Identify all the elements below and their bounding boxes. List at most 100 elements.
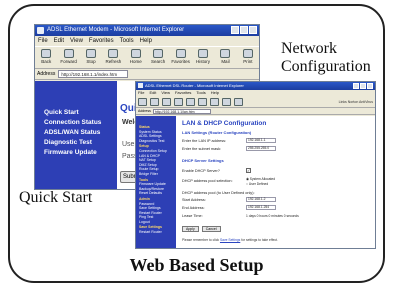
- address-bar: Address http://192.168.1.1/lan.htm: [136, 108, 375, 115]
- stop-button[interactable]: Stop: [82, 49, 100, 64]
- address-input[interactable]: http://192.168.1.1/index.htm: [58, 70, 129, 78]
- menu-view[interactable]: View: [161, 90, 170, 96]
- save-note-suffix: for settings to take effect.: [241, 238, 278, 242]
- address-bar: Address http://192.168.1.1/index.htm: [35, 69, 259, 80]
- favorites-button[interactable]: Favorites: [171, 49, 190, 64]
- web-based-setup-caption: Web Based Setup: [129, 255, 264, 275]
- mail-button[interactable]: Mail: [216, 49, 234, 64]
- refresh-icon[interactable]: [174, 97, 183, 106]
- menu-favorites[interactable]: Favorites: [89, 36, 114, 46]
- sidebar-item-quick-start[interactable]: Quick Start: [44, 108, 117, 118]
- sidebar-item-connection-status[interactable]: Connection Status: [44, 118, 117, 128]
- refresh-icon: [108, 49, 119, 58]
- window-title: ADSL Ethernet Modem - Microsoft Internet…: [47, 27, 185, 33]
- search-icon[interactable]: [198, 97, 207, 106]
- lan-mask-input[interactable]: 255.255.255.0: [246, 146, 276, 151]
- links-bar[interactable]: Links Norton AntiVirus: [339, 100, 375, 104]
- mail-icon: [220, 49, 231, 58]
- history-button[interactable]: History: [194, 49, 212, 64]
- cancel-button[interactable]: Cancel: [201, 226, 221, 232]
- start-address-label: Start Address:: [182, 197, 206, 202]
- print-icon: [242, 49, 253, 58]
- dhcp-settings-heading: DHCP Server Settings: [182, 158, 224, 163]
- menu-edit[interactable]: Edit: [149, 90, 156, 96]
- pool-radio-user[interactable]: ○ User Defined: [246, 182, 275, 186]
- lease-time-input[interactable]: 1 days 0 hours 0 minutes 0 seconds: [246, 214, 299, 218]
- print-button[interactable]: Print: [239, 49, 257, 64]
- home-icon[interactable]: [186, 97, 195, 106]
- close-icon[interactable]: [249, 26, 257, 34]
- menu-file[interactable]: File: [38, 36, 48, 46]
- window-title-bar: ADSL Ethernet DSL Router - Microsoft Int…: [136, 82, 375, 90]
- pool-radio-system-label: System Allocated: [249, 176, 276, 181]
- dhcp-enable-checkbox[interactable]: ✓: [246, 168, 251, 173]
- dhcp-enable-label: Enable DHCP Server?: [182, 168, 220, 173]
- pool-selection-label: DHCP address pool selection:: [182, 179, 233, 183]
- menu-help[interactable]: Help: [140, 36, 152, 46]
- menu-favorites[interactable]: Favorites: [175, 90, 191, 96]
- forward-icon[interactable]: [150, 97, 159, 106]
- history-icon[interactable]: [222, 97, 231, 106]
- sidebar: Status System Status ADSL Settings Diagnost…: [136, 116, 176, 248]
- minimize-icon[interactable]: [231, 26, 239, 34]
- menu-edit[interactable]: Edit: [54, 36, 64, 46]
- pool-radio-group: ◉ System Allocated ○ User Defined: [246, 177, 275, 186]
- window-title-bar: ADSL Ethernet Modem - Microsoft Internet…: [35, 25, 259, 36]
- refresh-button[interactable]: Refresh: [104, 49, 122, 64]
- sidebar-item-firmware-update[interactable]: Firmware Update: [44, 148, 117, 158]
- close-icon[interactable]: [367, 83, 373, 89]
- lan-ip-row: Enter the LAN IP address: 192.168.1.1: [182, 137, 352, 144]
- lan-ip-input[interactable]: 192.168.1.1: [246, 138, 276, 143]
- sidebar-item[interactable]: Diagnostics Test: [139, 139, 176, 144]
- maximize-icon[interactable]: [240, 26, 248, 34]
- back-icon: [41, 49, 52, 58]
- end-address-input[interactable]: 192.168.1.254: [246, 205, 276, 210]
- menu-tools[interactable]: Tools: [120, 36, 134, 46]
- home-icon: [130, 49, 141, 58]
- sidebar-item-diagnostic-test[interactable]: Diagnostic Test: [44, 138, 117, 148]
- end-address-row: End Address: 192.168.1.254: [182, 204, 352, 211]
- lan-mask-row: Enter the subnet mask: 255.255.255.0: [182, 145, 352, 152]
- apply-button[interactable]: Apply: [182, 226, 199, 232]
- favorites-icon[interactable]: [210, 97, 219, 106]
- lan-ip-label: Enter the LAN IP address:: [182, 138, 227, 143]
- form-buttons: Apply Cancel: [182, 226, 221, 232]
- menu-file[interactable]: File: [138, 90, 144, 96]
- back-icon[interactable]: [138, 97, 147, 106]
- print-icon[interactable]: [234, 97, 243, 106]
- menu-help[interactable]: Help: [211, 90, 219, 96]
- network-configuration-caption: Network Configuration: [281, 40, 371, 76]
- lan-settings-heading: LAN Settings (Router Configuration): [182, 130, 252, 135]
- start-address-row: Start Address: 192.168.1.2: [182, 196, 352, 203]
- start-address-input[interactable]: 192.168.1.2: [246, 197, 276, 202]
- network-caption-line2: Configuration: [281, 58, 371, 75]
- sidebar-item[interactable]: Bridge Filter: [139, 172, 176, 177]
- sidebar: Quick Start Connection Status ADSL/WAN S…: [35, 81, 117, 189]
- menu-tools[interactable]: Tools: [196, 90, 205, 96]
- sidebar-item[interactable]: Restart Router: [139, 230, 176, 235]
- lease-time-row: Lease Time: 1 days 0 hours 0 minutes 0 s…: [182, 212, 352, 219]
- maximize-icon[interactable]: [360, 83, 366, 89]
- page-title: LAN & DHCP Configuration: [182, 120, 267, 127]
- address-input[interactable]: http://192.168.1.1/lan.htm: [152, 108, 211, 114]
- toolbar: Links Norton AntiVirus: [136, 96, 375, 108]
- sidebar-item[interactable]: Reset Defaults: [139, 191, 176, 196]
- favorites-icon: [175, 49, 186, 58]
- home-button[interactable]: Home: [127, 49, 145, 64]
- forward-button[interactable]: Forward: [59, 49, 77, 64]
- lan-mask-label: Enter the subnet mask:: [182, 146, 222, 151]
- dhcp-enable-row: Enable DHCP Server? ✓: [182, 167, 352, 174]
- search-button[interactable]: Search: [149, 49, 167, 64]
- sidebar-item-adsl-wan-status[interactable]: ADSL/WAN Status: [44, 128, 117, 138]
- stop-icon[interactable]: [162, 97, 171, 106]
- save-note-prefix: Please remember to click: [182, 238, 220, 242]
- minimize-icon[interactable]: [353, 83, 359, 89]
- end-address-label: End Address:: [182, 205, 205, 210]
- sidebar-item[interactable]: Logout: [139, 220, 176, 225]
- pool-radio-system[interactable]: ◉ System Allocated: [246, 177, 275, 181]
- menu-view[interactable]: View: [70, 36, 83, 46]
- pool-range-label: DHCP address pool (to User Defined only)…: [182, 190, 255, 195]
- save-settings-link[interactable]: Save Settings: [220, 238, 240, 242]
- search-icon: [153, 49, 164, 58]
- back-button[interactable]: Back: [37, 49, 55, 64]
